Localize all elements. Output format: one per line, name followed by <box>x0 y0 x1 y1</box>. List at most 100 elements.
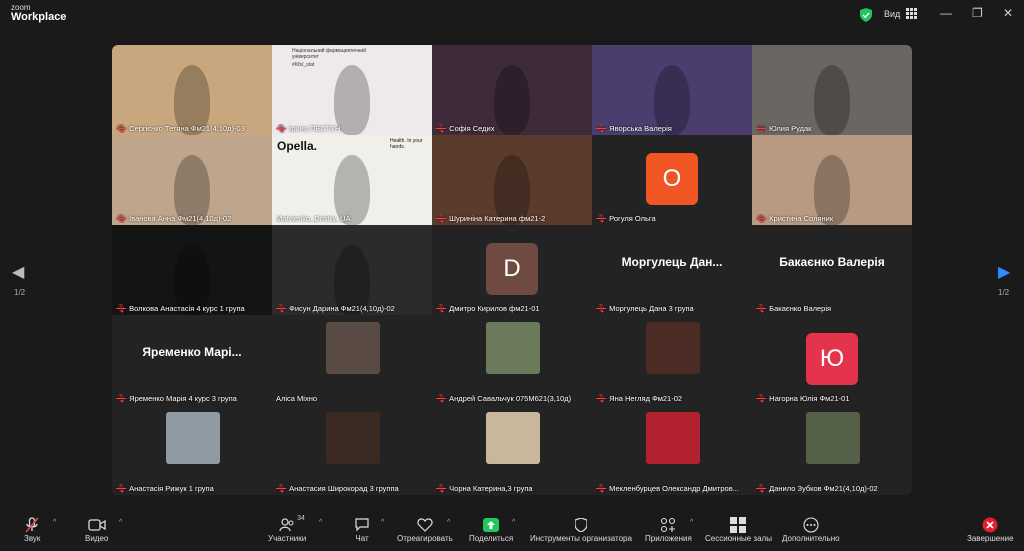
profile-photo <box>326 322 380 374</box>
participant-name-text: Андрей Савальчук 075М621(3,10д) <box>449 394 572 403</box>
video-button[interactable]: Видео <box>85 516 108 543</box>
mic-muted-icon: 🎙︎ <box>756 214 767 223</box>
audio-options-chevron-icon[interactable]: ^ <box>53 519 56 526</box>
participant-tile[interactable]: 🎙︎ Данило Зубков Фм21(4,10д)-02 <box>752 405 912 495</box>
end-meeting-button[interactable]: Завершение <box>967 516 1014 543</box>
participant-name-text: Кристина Соляник <box>769 214 834 223</box>
participant-tile[interactable]: 🎙︎ Шуриніна Катерина фм21-2 <box>432 135 592 225</box>
mic-muted-icon: 🎙︎ <box>276 124 287 133</box>
mic-muted-icon: 🎙︎ <box>276 304 287 313</box>
participants-button[interactable]: 34 Участники <box>268 515 307 543</box>
profile-photo <box>646 322 700 374</box>
participant-name: 🎙︎ Кристина Соляник <box>756 214 908 223</box>
profile-photo <box>806 412 860 464</box>
view-button[interactable]: Вид <box>884 8 918 19</box>
participant-name-text: Анастасия Широкорад 3 группа <box>289 484 399 493</box>
security-shield-icon[interactable] <box>860 8 872 22</box>
mic-muted-icon: 🎙︎ <box>436 124 447 133</box>
participants-options-chevron-icon[interactable]: ^ <box>319 519 322 526</box>
initial-avatar: О <box>646 153 698 205</box>
mic-muted-icon: 🎙︎ <box>756 304 767 313</box>
audio-label: Звук <box>24 534 41 543</box>
initial-avatar: Ю <box>806 333 858 385</box>
participant-tile[interactable]: О 🎙︎ Рогуля Ольга <box>592 135 752 225</box>
participant-tile[interactable]: Opella. Health. In your hands. Matvienko_D… <box>272 135 432 225</box>
participant-tile[interactable]: 🎙︎ Кристина Соляник <box>752 135 912 225</box>
host-tools-button[interactable]: Инструменты организатора <box>530 516 632 543</box>
participant-tile[interactable]: 🎙︎ Андрей Савальчук 075М621(3,10д) <box>432 315 592 405</box>
display-name: Яременко Марі... <box>142 345 242 359</box>
participant-video <box>112 315 272 405</box>
participant-name-text: Юлия Рудак <box>769 124 812 133</box>
participant-tile[interactable]: 🎙︎ Мекленбурцев Олександр Дмитров... <box>592 405 752 495</box>
prev-page-icon[interactable]: ◀ <box>12 262 24 282</box>
participant-tile[interactable]: 🎙︎ Фисун Дарина Фм21(4,10д)-02 <box>272 225 432 315</box>
participant-name: 🎙︎ Яременко Марія 4 курс 3 група <box>116 394 268 403</box>
participant-tile[interactable]: 🎙︎ Іванова Анна Фм21(4,10д)-02 <box>112 135 272 225</box>
mic-muted-icon: 🎙︎ <box>116 394 127 403</box>
react-button[interactable]: Отреагировать <box>397 516 453 543</box>
next-page-icon[interactable]: ▶ <box>998 262 1010 282</box>
participant-name: 🎙︎ Волкова Анастасія 4 курс 1 група <box>116 304 268 313</box>
breakout-rooms-icon <box>730 516 747 534</box>
share-options-chevron-icon[interactable]: ^ <box>512 519 515 526</box>
participant-name: Matvienko_Dmitry_UA <box>276 214 428 223</box>
apps-icon <box>660 516 676 534</box>
participant-tile[interactable]: 🎙︎ Анастасія Рижук 1 група <box>112 405 272 495</box>
mic-muted-icon <box>25 516 39 534</box>
restore-icon[interactable]: ❐ <box>972 6 983 20</box>
breakout-rooms-label: Сессионные залы <box>705 534 772 543</box>
participant-name-text: Нагорна Юлія Фм21-01 <box>769 394 850 403</box>
participant-tile[interactable]: 🎙︎ Чорна Катерина,3 група <box>432 405 592 495</box>
participant-name-text: Сергієнко Тетяна Фм21(4,10д)-03 <box>129 124 245 133</box>
participant-tile[interactable]: Аліса Міхно <box>272 315 432 405</box>
host-shield-icon <box>574 516 587 534</box>
close-icon[interactable]: ✕ <box>1003 6 1013 20</box>
chat-options-chevron-icon[interactable]: ^ <box>381 519 384 526</box>
more-dots-icon <box>803 516 819 534</box>
apps-options-chevron-icon[interactable]: ^ <box>690 519 693 526</box>
mic-muted-icon: 🎙︎ <box>116 214 127 223</box>
minimize-icon[interactable]: — <box>940 6 952 20</box>
more-button[interactable]: Дополнительно <box>782 516 840 543</box>
participant-name-text: Фисун Дарина Фм21(4,10д)-02 <box>289 304 395 313</box>
share-button[interactable]: Поделиться <box>469 516 513 543</box>
mic-muted-icon: 🎙︎ <box>436 304 447 313</box>
participant-tile[interactable]: 🎙︎ Волкова Анастасія 4 курс 1 група <box>112 225 272 315</box>
participant-name: 🎙︎ Рогуля Ольга <box>596 214 748 223</box>
participant-tile[interactable]: Моргулець Дан... 🎙︎ Моргулець Дана 3 група <box>592 225 752 315</box>
chat-icon <box>354 516 370 534</box>
participant-tile[interactable]: D 🎙︎ Дмитро Кирилов фм21-01 <box>432 225 592 315</box>
participant-tile[interactable]: Яременко Марі... 🎙︎ Яременко Марія 4 курс … <box>112 315 272 405</box>
chat-label: Чат <box>355 534 369 543</box>
participant-tile[interactable]: Ю 🎙︎ Нагорна Юлія Фм21-01 <box>752 315 912 405</box>
participant-name-text: Моргулець Дана 3 група <box>609 304 694 313</box>
mic-muted-icon: 🎙︎ <box>596 394 607 403</box>
participants-label: Участники <box>268 534 307 543</box>
chat-button[interactable]: Чат <box>354 516 370 543</box>
audio-button[interactable]: Звук <box>24 516 40 543</box>
video-options-chevron-icon[interactable]: ^ <box>119 519 122 526</box>
video-gallery: 🎙︎ Сергієнко Тетяна Фм21(4,10д)-03 Націона… <box>112 45 912 495</box>
participant-tile[interactable]: 🎙︎ Юлия Рудак <box>752 45 912 135</box>
participant-tile[interactable]: 🎙︎ Яна Негляд Фм21-02 <box>592 315 752 405</box>
profile-photo <box>646 412 700 464</box>
participant-tile[interactable]: 🎙︎ Софія Седих <box>432 45 592 135</box>
participant-tile[interactable]: 🎙︎ Яворська Валерія <box>592 45 752 135</box>
participant-name: 🎙︎ Ірина ПЕСТУН <box>276 124 428 133</box>
apps-button[interactable]: Приложения <box>645 516 692 543</box>
meeting-toolbar: Звук ^ Видео ^ 34 Участники ^ Чат ^ Отре… <box>0 511 1024 551</box>
participant-tile[interactable]: Національний фармацевтичний університет #… <box>272 45 432 135</box>
participant-name-text: Мекленбурцев Олександр Дмитров... <box>609 484 739 493</box>
mic-muted-icon: 🎙︎ <box>756 484 767 493</box>
participant-tile[interactable]: 🎙︎ Сергієнко Тетяна Фм21(4,10д)-03 <box>112 45 272 135</box>
participant-name: 🎙︎ Фисун Дарина Фм21(4,10д)-02 <box>276 304 428 313</box>
breakout-rooms-button[interactable]: Сессионные залы <box>705 516 772 543</box>
initial-avatar: D <box>486 243 538 295</box>
host-tools-label: Инструменты организатора <box>530 534 632 543</box>
participant-tile[interactable]: Бакаєнко Валерія 🎙︎ Бакаєнко Валерія <box>752 225 912 315</box>
react-options-chevron-icon[interactable]: ^ <box>447 519 450 526</box>
more-label: Дополнительно <box>782 534 840 543</box>
participant-tile[interactable]: 🎙︎ Анастасия Широкорад 3 группа <box>272 405 432 495</box>
mic-muted-icon: 🎙︎ <box>116 484 127 493</box>
